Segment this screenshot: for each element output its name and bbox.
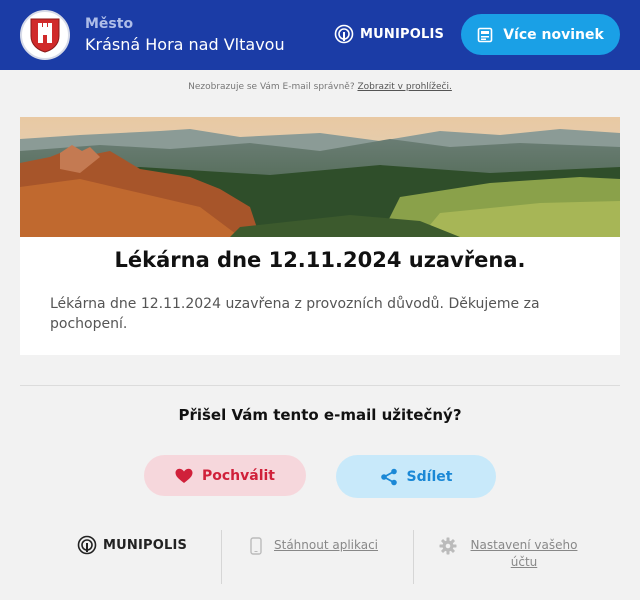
article-title: Lékárna dne 12.11.2024 uzavřena. [114,248,526,272]
footer-divider [413,530,414,584]
download-app-label: Stáhnout aplikaci [274,538,379,552]
heart-icon [175,468,193,483]
share-label: Sdílet [406,468,453,485]
more-news-label: Více novinek [503,26,604,43]
praise-label: Pochválit [201,467,275,484]
article-card: Lékárna dne 12.11.2024 uzavřena. Lékárna… [20,117,620,355]
town-name: Krásná Hora nad Vltavou [85,35,285,54]
share-button[interactable]: Sdílet [336,455,496,498]
footer-divider [221,530,222,584]
munipolis-signal-icon [334,24,354,44]
footer-brand-name: MUNIPOLIS [103,537,188,553]
town-label: Město [85,16,134,32]
landscape-photo [20,117,620,237]
munipolis-logo[interactable]: MUNIPOLIS [334,24,444,44]
footer-munipolis-logo[interactable]: MUNIPOLIS [77,535,187,555]
preheader-text: Nezobrazuje se Vám E-mail správně? [188,82,355,92]
gear-icon [439,537,457,555]
divider [20,385,620,386]
article-body: Lékárna dne 12.11.2024 uzavřena z provoz… [50,296,540,332]
preheader: Nezobrazuje se Vám E-mail správně? Zobra… [0,82,640,92]
munipolis-signal-icon [77,535,97,555]
download-app-link[interactable]: Stáhnout aplikaci [250,537,378,555]
share-icon [380,468,397,485]
newspaper-icon [477,27,493,42]
email-header: Město Krásná Hora nad Vltavou MUNIPOLIS … [0,0,640,70]
account-settings-label: Nastavení vašeho účtu [470,538,578,569]
brand-name: MUNIPOLIS [360,26,445,42]
town-crest-icon [20,10,70,60]
smartphone-icon [250,537,262,555]
feedback-question: Přišel Vám tento e-mail užitečný? [178,406,462,424]
view-in-browser-link[interactable]: Zobrazit v prohlížeči. [357,82,451,92]
praise-button[interactable]: Pochválit [144,455,306,496]
account-settings-link[interactable]: Nastavení vašeho účtu [439,537,579,571]
more-news-button[interactable]: Více novinek [461,14,620,55]
